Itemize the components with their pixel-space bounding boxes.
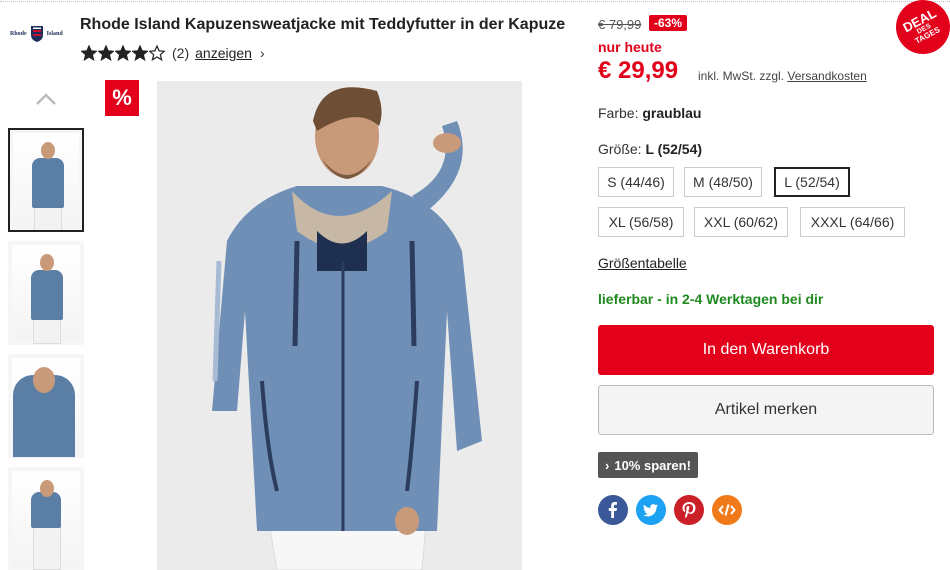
tax-text: inkl. MwSt. zzgl. [698,69,785,83]
product-main-image[interactable] [157,81,522,570]
availability-status: lieferbar - in 2-4 Werktagen bei dir [598,291,824,307]
size-label: Größe: [598,141,642,157]
thumbnail-1[interactable] [8,128,84,232]
color-value: graublau [642,105,702,121]
reviews-link[interactable]: anzeigen [195,45,252,61]
chevron-up-icon[interactable] [34,92,58,106]
product-title: Rhode Island Kapuzensweatjacke mit Teddy… [80,16,566,33]
pinterest-icon[interactable] [674,495,704,525]
star-filled-icon [81,45,97,61]
facebook-icon[interactable] [598,495,628,525]
discount-percent-badge: % [105,80,139,116]
star-filled-icon [98,45,114,61]
color-row: Farbe: graublau [598,105,701,121]
page-top-edge [0,0,950,3]
tax-info: inkl. MwSt. zzgl. Versandkosten [698,69,867,83]
current-price: € 29,99 [598,57,679,84]
size-row: Größe: L (52/54) [598,141,702,157]
chevron-right-icon: › [259,45,265,61]
thumbnail-2[interactable] [8,241,84,345]
shipping-costs-link[interactable]: Versandkosten [787,69,866,83]
color-label: Farbe: [598,105,639,121]
embed-code-icon[interactable] [712,495,742,525]
thumbnail-4[interactable] [8,467,84,570]
brand-logo[interactable]: Rhode Island [10,24,70,44]
old-price: € 79,99 [598,17,642,32]
twitter-icon[interactable] [636,495,666,525]
thumbnail-3[interactable] [8,354,84,458]
size-option-xxl[interactable]: XXL (60/62) [694,207,788,237]
promo-badge[interactable]: › 10% sparen! [598,452,698,478]
thumbnail-list [8,128,84,570]
size-option-m[interactable]: M (48/50) [684,167,762,197]
rating-count: (2) [172,45,190,61]
shield-icon [30,26,43,42]
size-option-l[interactable]: L (52/54) [774,167,850,197]
save-item-button[interactable]: Artikel merken [598,385,934,435]
size-option-s[interactable]: S (44/46) [598,167,674,197]
size-option-xxxl[interactable]: XXXL (64/66) [800,207,905,237]
size-option-xl[interactable]: XL (56/58) [598,207,684,237]
add-to-cart-button[interactable]: In den Warenkorb [598,325,934,375]
social-share-row [598,495,742,525]
star-empty-icon [149,45,165,61]
size-chart-link[interactable]: Größentabelle [598,255,687,271]
size-value: L (52/54) [645,141,703,157]
rating-row: (2) anzeigen › [81,45,265,61]
chevron-right-icon: › [605,457,610,473]
promo-label: 10% sparen! [614,457,691,473]
brand-logo-right: Island [46,31,63,37]
brand-logo-left: Rhode [10,31,27,37]
discount-badge: -63% [649,15,688,31]
rating-stars [81,45,165,61]
star-filled-icon [132,45,148,61]
today-label: nur heute [598,39,662,55]
deal-of-the-day-badge: DEAL DES TAGES [886,0,950,64]
star-filled-icon [115,45,131,61]
